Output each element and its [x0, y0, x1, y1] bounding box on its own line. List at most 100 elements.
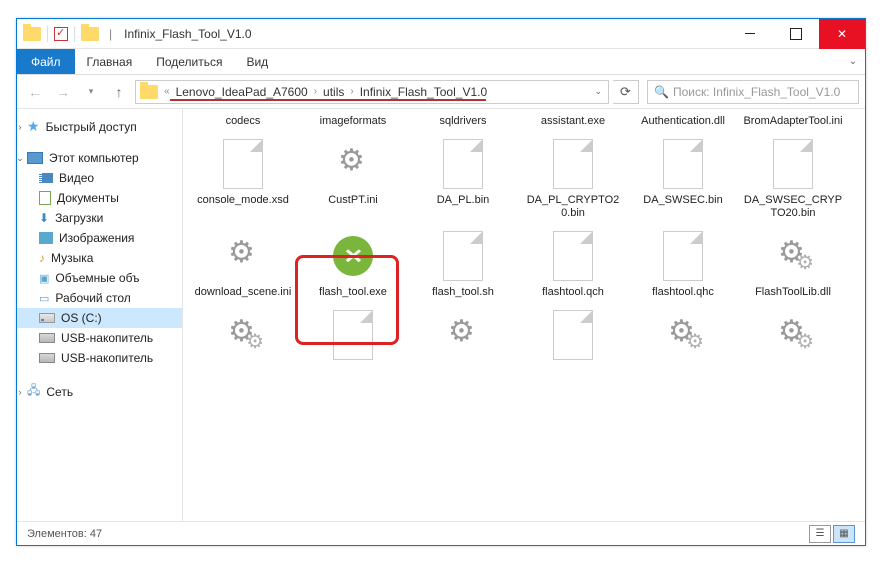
view-icons-button[interactable]: ▦: [833, 525, 855, 543]
dll-icon: [776, 318, 810, 352]
file-icon: [553, 139, 593, 189]
sidebar-label: Документы: [57, 191, 119, 205]
address-bar[interactable]: « Lenovo_IdeaPad_A7600 › utils › Infinix…: [135, 80, 609, 104]
sidebar-item-documents[interactable]: Документы: [17, 188, 182, 208]
file-item[interactable]: DA_SWSEC.bin: [631, 134, 735, 222]
file-item[interactable]: console_mode.xsd: [191, 134, 295, 222]
history-dropdown-icon[interactable]: ▾: [79, 80, 103, 104]
sidebar-label: Загрузки: [55, 211, 103, 225]
file-label: CustPT.ini: [328, 194, 378, 207]
breadcrumb-item[interactable]: Infinix_Flash_Tool_V1.0: [356, 85, 491, 99]
app-icon: [333, 236, 373, 276]
item-count: Элементов: 47: [27, 528, 102, 540]
file-item[interactable]: DA_SWSEC_CRYPTO20.bin: [741, 134, 845, 222]
file-item[interactable]: sqldrivers: [411, 113, 515, 130]
file-item[interactable]: [631, 305, 735, 367]
file-icon: [443, 231, 483, 281]
file-label: DA_PL.bin: [437, 194, 490, 207]
file-item[interactable]: flashtool.qch: [521, 226, 625, 301]
view-details-button[interactable]: ☰: [809, 525, 831, 543]
separator: [47, 26, 48, 42]
folder-icon: [81, 27, 99, 41]
search-input[interactable]: 🔍 Поиск: Infinix_Flash_Tool_V1.0: [647, 80, 859, 104]
file-label: Authentication.dll: [641, 115, 725, 128]
file-label: DA_SWSEC.bin: [643, 194, 722, 207]
sidebar-quick-access[interactable]: ›★Быстрый доступ: [17, 115, 182, 138]
breadcrumb-item[interactable]: Lenovo_IdeaPad_A7600: [172, 85, 312, 99]
file-grid[interactable]: codecs imageformats sqldrivers assistant…: [183, 109, 865, 521]
refresh-button[interactable]: ⟳: [613, 80, 639, 104]
sidebar-label: USB-накопитель: [61, 351, 153, 365]
gear-icon: [446, 318, 480, 352]
sidebar-item-music[interactable]: ♪Музыка: [17, 248, 182, 268]
file-item[interactable]: [521, 305, 625, 367]
chevron-right-icon: ›: [312, 86, 319, 97]
file-item[interactable]: CustPT.ini: [301, 134, 405, 222]
titlebar: | Infinix_Flash_Tool_V1.0: [17, 19, 865, 49]
file-item[interactable]: [411, 305, 515, 367]
file-item[interactable]: DA_PL_CRYPTO20.bin: [521, 134, 625, 222]
file-item[interactable]: [301, 305, 405, 367]
file-item[interactable]: flashtool.qhc: [631, 226, 735, 301]
folder-icon: [140, 85, 158, 99]
file-label: flashtool.qch: [542, 286, 604, 299]
minimize-button[interactable]: [727, 19, 773, 49]
file-icon: [663, 139, 703, 189]
file-item[interactable]: FlashToolLib.dll: [741, 226, 845, 301]
status-bar: Элементов: 47 ☰ ▦: [17, 521, 865, 545]
address-dropdown-icon[interactable]: ⌄: [588, 86, 608, 97]
file-item[interactable]: Authentication.dll: [631, 113, 735, 130]
sidebar-label: Быстрый доступ: [46, 120, 137, 134]
sidebar-item-3d[interactable]: ▣Объемные объ: [17, 268, 182, 288]
tab-share[interactable]: Поделиться: [144, 49, 234, 74]
back-button[interactable]: ←: [23, 80, 47, 104]
sidebar-item-desktop[interactable]: ▭Рабочий стол: [17, 288, 182, 308]
sidebar-this-pc[interactable]: ⌄Этот компьютер: [17, 148, 182, 168]
file-item[interactable]: BromAdapterTool.ini: [741, 113, 845, 130]
explorer-window: | Infinix_Flash_Tool_V1.0 Файл Главная П…: [16, 18, 866, 546]
sidebar-item-images[interactable]: Изображения: [17, 228, 182, 248]
folder-icon: [23, 27, 41, 41]
ribbon-collapse-icon[interactable]: ⌄: [841, 49, 865, 74]
sidebar-item-downloads[interactable]: ⬇Загрузки: [17, 208, 182, 228]
file-icon: [553, 231, 593, 281]
tab-home[interactable]: Главная: [75, 49, 145, 74]
sidebar-label: Изображения: [59, 231, 134, 245]
file-item[interactable]: assistant.exe: [521, 113, 625, 130]
sidebar-label: Рабочий стол: [55, 291, 130, 305]
sidebar-item-usb[interactable]: USB-накопитель: [17, 348, 182, 368]
sidebar-item-os-c[interactable]: OS (C:): [17, 308, 182, 328]
file-item[interactable]: codecs: [191, 113, 295, 130]
breadcrumb-item[interactable]: utils: [319, 85, 348, 99]
sidebar-label: Сеть: [46, 385, 73, 399]
file-tab[interactable]: Файл: [17, 49, 75, 74]
checkbox-icon[interactable]: [54, 27, 68, 41]
file-item[interactable]: [741, 305, 845, 367]
file-icon: [333, 310, 373, 360]
sidebar-label: Объемные объ: [55, 271, 139, 285]
close-button[interactable]: [819, 19, 865, 49]
sidebar-item-video[interactable]: Видео: [17, 168, 182, 188]
file-label: FlashToolLib.dll: [755, 286, 831, 299]
file-label: flash_tool.exe: [319, 286, 387, 299]
file-item[interactable]: DA_PL.bin: [411, 134, 515, 222]
window-title: Infinix_Flash_Tool_V1.0: [124, 27, 251, 41]
tab-view[interactable]: Вид: [234, 49, 280, 74]
chevron-right-icon: ›: [348, 86, 355, 97]
forward-button[interactable]: →: [51, 80, 75, 104]
sidebar-label: Музыка: [51, 251, 93, 265]
sidebar: ›★Быстрый доступ ⌄Этот компьютер Видео Д…: [17, 109, 183, 521]
file-label: assistant.exe: [541, 115, 605, 128]
up-button[interactable]: ↑: [107, 80, 131, 104]
file-item[interactable]: flash_tool.sh: [411, 226, 515, 301]
sidebar-item-usb[interactable]: USB-накопитель: [17, 328, 182, 348]
separator-bar: |: [109, 27, 112, 41]
maximize-button[interactable]: [773, 19, 819, 49]
file-item[interactable]: flash_tool.exe: [301, 226, 405, 301]
file-item[interactable]: imageformats: [301, 113, 405, 130]
file-item[interactable]: [191, 305, 295, 367]
file-item[interactable]: download_scene.ini: [191, 226, 295, 301]
ribbon: Файл Главная Поделиться Вид ⌄: [17, 49, 865, 75]
sidebar-network[interactable]: ›🖧Сеть: [17, 378, 182, 405]
file-label: DA_PL_CRYPTO20.bin: [523, 194, 623, 220]
